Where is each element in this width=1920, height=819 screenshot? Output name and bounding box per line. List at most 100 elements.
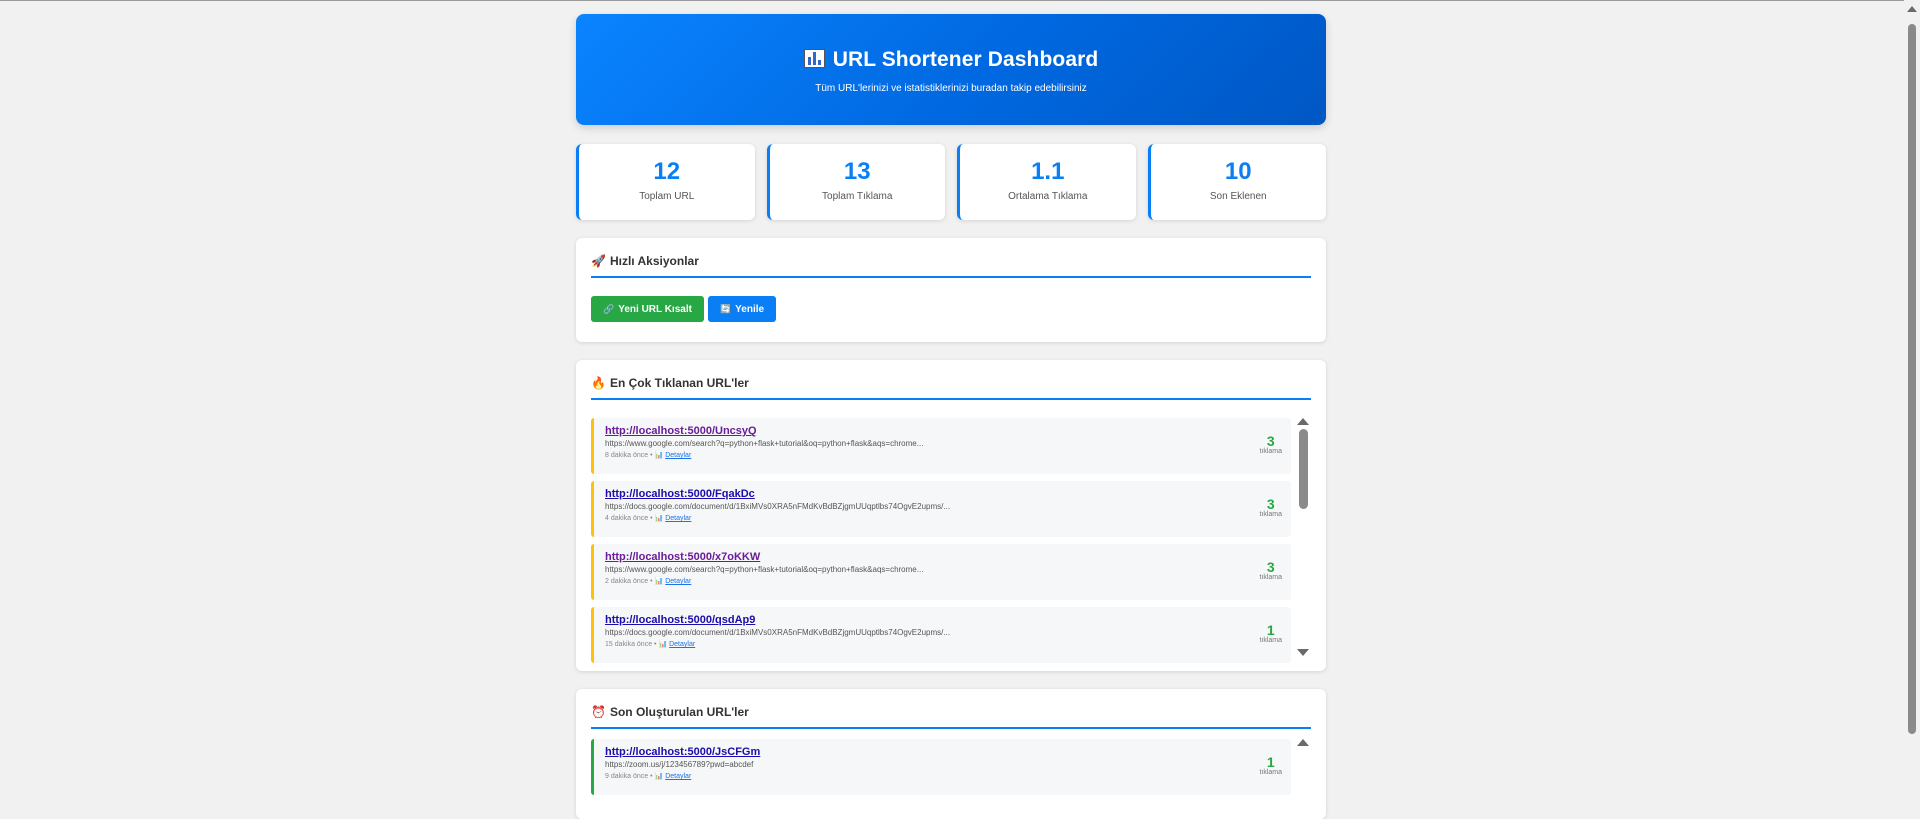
- chart-small-icon: 📊: [654, 773, 664, 780]
- top-clicked-list[interactable]: http://localhost:5000/UncsyQ https://www…: [591, 418, 1291, 663]
- stat-label: Ortalama Tıklama: [1008, 191, 1088, 202]
- click-count: 3 tıklama: [1259, 433, 1282, 455]
- bar-chart-icon: [803, 49, 825, 68]
- scroll-up-arrow-icon[interactable]: [1297, 418, 1309, 425]
- refresh-button[interactable]: 🔄 Yenile: [707, 296, 777, 322]
- details-link[interactable]: Detaylar: [665, 515, 691, 522]
- click-count: 1 tıklama: [1259, 622, 1282, 644]
- page-subtitle: Tüm URL'lerinizi ve istatistiklerinizi b…: [815, 83, 1087, 94]
- refresh-icon: 🔄: [719, 303, 732, 314]
- stat-label: Toplam Tıklama: [822, 191, 893, 202]
- dashboard-header: URL Shortener Dashboard Tüm URL'lerinizi…: [576, 14, 1326, 125]
- stat-average-clicks: 1.1 Ortalama Tıklama: [957, 144, 1136, 220]
- list-item: http://localhost:5000/JsCFGm https://zoo…: [591, 739, 1291, 795]
- chart-small-icon: 📊: [654, 578, 664, 585]
- stat-value: 13: [843, 158, 871, 185]
- stat-label: Son Eklenen: [1209, 191, 1267, 202]
- details-link[interactable]: Detaylar: [669, 641, 695, 648]
- item-meta: 4 dakika önce • 📊 Detaylar: [605, 515, 692, 522]
- item-meta: 2 dakika önce • 📊 Detaylar: [605, 578, 692, 585]
- details-link[interactable]: Detaylar: [665, 452, 691, 459]
- new-url-button[interactable]: 🔗 Yeni URL Kısalt: [591, 296, 704, 322]
- click-count-label: tıklama: [1259, 574, 1282, 581]
- click-count: 3 tıklama: [1259, 559, 1282, 581]
- section-title-quick-actions: 🚀 Hızlı Aksiyonlar: [591, 254, 1311, 278]
- click-count-value: 3: [1266, 496, 1275, 512]
- dashboard-container: URL Shortener Dashboard Tüm URL'lerinizi…: [576, 14, 1326, 819]
- rocket-icon: 🚀: [591, 254, 606, 268]
- list-scrollbar[interactable]: [1295, 739, 1311, 746]
- top-clicked-list-area: http://localhost:5000/UncsyQ https://www…: [591, 418, 1311, 663]
- created-time: 15 dakika önce: [605, 641, 653, 648]
- button-label: Yeni URL Kısalt: [618, 303, 692, 315]
- original-url: https://docs.google.com/document/d/1BxiM…: [605, 502, 951, 511]
- stat-total-urls: 12 Toplam URL: [576, 144, 755, 220]
- scroll-up-arrow-icon[interactable]: [1297, 739, 1309, 746]
- stat-label: Toplam URL: [639, 191, 695, 202]
- list-item: http://localhost:5000/qsdAp9 https://doc…: [591, 607, 1291, 663]
- alarm-clock-icon: ⏰: [591, 705, 606, 719]
- section-title-text: En Çok Tıklanan URL'ler: [609, 376, 749, 390]
- scrollbar-thumb[interactable]: [1298, 429, 1308, 509]
- page-scroll-up-icon[interactable]: [1907, 6, 1917, 12]
- click-count-value: 1: [1266, 754, 1275, 770]
- top-clicked-card: 🔥 En Çok Tıklanan URL'ler http://localhos…: [576, 360, 1326, 671]
- stat-value: 1.1: [1031, 158, 1065, 185]
- original-url: https://www.google.com/search?q=python+f…: [605, 439, 924, 448]
- chart-small-icon: 📊: [658, 641, 668, 648]
- list-item: http://localhost:5000/FqakDc https://doc…: [591, 481, 1291, 537]
- item-meta: 8 dakika önce • 📊 Detaylar: [605, 452, 692, 459]
- list-item: http://localhost:5000/x7oKKW https://www…: [591, 544, 1291, 600]
- click-count-value: 3: [1266, 433, 1275, 449]
- created-time: 9 dakika önce: [605, 773, 649, 780]
- list-scrollbar[interactable]: [1295, 418, 1311, 656]
- stat-total-clicks: 13 Toplam Tıklama: [766, 144, 945, 220]
- click-count-label: tıklama: [1259, 511, 1282, 518]
- stat-value: 12: [653, 158, 681, 185]
- short-url-link[interactable]: http://localhost:5000/qsdAp9: [605, 614, 1291, 626]
- quick-actions-card: 🚀 Hızlı Aksiyonlar 🔗 Yeni URL Kısalt 🔄 Yeni…: [576, 238, 1326, 342]
- list-item: http://localhost:5000/UncsyQ https://www…: [591, 418, 1291, 474]
- click-count: 3 tıklama: [1259, 496, 1282, 518]
- stat-value: 10: [1224, 158, 1252, 185]
- page-title-text: URL Shortener Dashboard: [832, 48, 1099, 71]
- created-time: 2 dakika önce: [605, 578, 649, 585]
- short-url-link[interactable]: http://localhost:5000/UncsyQ: [605, 425, 1291, 437]
- action-buttons: 🔗 Yeni URL Kısalt 🔄 Yenile: [591, 296, 1311, 328]
- link-icon: 🔗: [603, 303, 615, 314]
- item-meta: 9 dakika önce • 📊 Detaylar: [605, 773, 692, 780]
- section-title-text: Son Oluşturulan URL'ler: [609, 705, 749, 719]
- click-count-label: tıklama: [1259, 448, 1282, 455]
- details-link[interactable]: Detaylar: [665, 773, 691, 780]
- original-url: https://docs.google.com/document/d/1BxiM…: [605, 628, 951, 637]
- page-scrollbar-thumb[interactable]: [1908, 24, 1916, 734]
- chart-small-icon: 📊: [654, 452, 664, 459]
- details-link[interactable]: Detaylar: [665, 578, 691, 585]
- item-meta: 15 dakika önce • 📊 Detaylar: [605, 641, 696, 648]
- original-url: https://zoom.us/j/123456789?pwd=abcdef: [605, 760, 754, 769]
- section-title-recent: ⏰ Son Oluşturulan URL'ler: [591, 705, 1311, 729]
- click-count: 1 tıklama: [1259, 754, 1282, 776]
- fire-icon: 🔥: [591, 376, 606, 390]
- click-count-value: 1: [1266, 622, 1275, 638]
- created-time: 4 dakika önce: [605, 515, 649, 522]
- short-url-link[interactable]: http://localhost:5000/FqakDc: [605, 488, 1291, 500]
- click-count-value: 3: [1266, 559, 1275, 575]
- section-title-top-clicked: 🔥 En Çok Tıklanan URL'ler: [591, 376, 1311, 400]
- click-count-label: tıklama: [1259, 769, 1282, 776]
- page-scrollbar[interactable]: [1904, 0, 1920, 816]
- recent-list[interactable]: http://localhost:5000/JsCFGm https://zoo…: [591, 739, 1291, 795]
- original-url: https://www.google.com/search?q=python+f…: [605, 565, 924, 574]
- click-count-label: tıklama: [1259, 637, 1282, 644]
- button-label: Yenile: [735, 303, 765, 315]
- stats-row: 12 Toplam URL 13 Toplam Tıklama 1.1 Orta…: [576, 144, 1326, 220]
- short-url-link[interactable]: http://localhost:5000/x7oKKW: [605, 551, 1291, 563]
- section-title-text: Hızlı Aksiyonlar: [609, 254, 699, 268]
- window-top-border: [0, 0, 1920, 1]
- short-url-link[interactable]: http://localhost:5000/JsCFGm: [605, 746, 1291, 758]
- stat-recent-added: 10 Son Eklenen: [1147, 144, 1326, 220]
- scroll-down-arrow-icon[interactable]: [1297, 649, 1309, 656]
- page-title: URL Shortener Dashboard: [576, 14, 1326, 72]
- created-time: 8 dakika önce: [605, 452, 649, 459]
- recent-list-area: http://localhost:5000/JsCFGm https://zoo…: [591, 739, 1311, 795]
